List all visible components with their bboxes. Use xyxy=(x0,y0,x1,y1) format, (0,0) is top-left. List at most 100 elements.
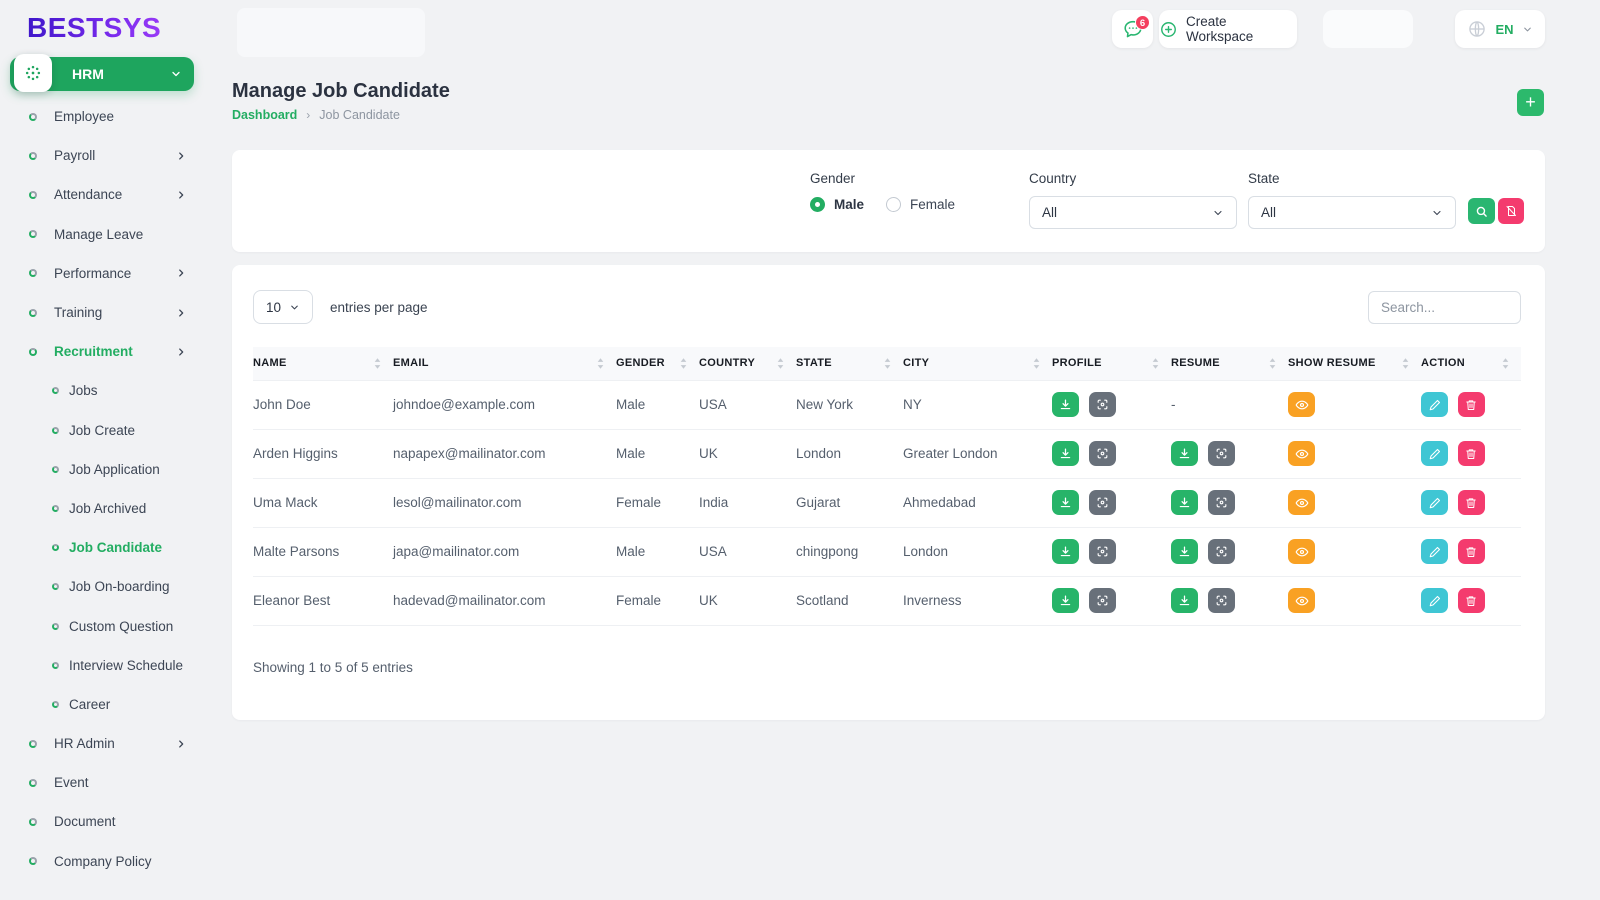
sidebar-item[interactable]: Job Archived xyxy=(0,489,212,528)
profile-view-button[interactable] xyxy=(1088,588,1116,613)
edit-button[interactable] xyxy=(1421,392,1448,417)
gender-male-radio[interactable]: Male xyxy=(810,197,864,212)
eye-icon xyxy=(1295,496,1309,510)
sidebar-item[interactable]: Career xyxy=(0,685,212,724)
resume-download-button[interactable] xyxy=(1171,539,1198,564)
profile-view-button[interactable] xyxy=(1088,490,1116,515)
sidebar-item[interactable]: Event xyxy=(0,763,212,802)
profile-view-button[interactable] xyxy=(1088,539,1116,564)
resume-download-button[interactable] xyxy=(1171,490,1198,515)
resume-download-button[interactable] xyxy=(1171,588,1198,613)
sidebar-item[interactable]: Job On-boarding xyxy=(0,567,212,606)
table-search-input[interactable] xyxy=(1368,290,1521,324)
column-header[interactable]: SHOW RESUME xyxy=(1288,347,1421,381)
sidebar-item[interactable]: Attendance xyxy=(0,175,212,214)
focus-frame-icon xyxy=(1215,447,1228,460)
delete-button[interactable] xyxy=(1457,441,1485,466)
edit-button[interactable] xyxy=(1421,441,1448,466)
sidebar-bullet-icon xyxy=(52,661,59,669)
cell-name: Uma Mack xyxy=(253,478,393,528)
sidebar-item[interactable]: Manage Leave xyxy=(0,215,212,254)
page-size-select[interactable]: 10 xyxy=(253,290,313,324)
language-code: EN xyxy=(1495,21,1514,37)
profile-download-button[interactable] xyxy=(1052,392,1079,417)
sidebar-item[interactable]: HR Admin xyxy=(0,724,212,763)
language-selector[interactable]: EN xyxy=(1455,10,1545,48)
show-resume-button[interactable] xyxy=(1288,441,1315,466)
resume-view-button[interactable] xyxy=(1207,490,1235,515)
breadcrumb-dashboard-link[interactable]: Dashboard xyxy=(232,108,297,122)
profile-download-button[interactable] xyxy=(1052,539,1079,564)
header-placeholder xyxy=(237,8,425,57)
edit-button[interactable] xyxy=(1421,539,1448,564)
delete-button[interactable] xyxy=(1457,490,1485,515)
cell-country: USA xyxy=(699,527,796,577)
sidebar-item[interactable]: Job Candidate xyxy=(0,528,212,567)
resume-view-button[interactable] xyxy=(1207,539,1235,564)
profile-download-button[interactable] xyxy=(1052,441,1079,466)
eye-icon xyxy=(1295,447,1309,461)
sidebar-item[interactable]: Jobs xyxy=(0,371,212,410)
cell-show-resume xyxy=(1288,380,1421,430)
sidebar-item[interactable]: Training xyxy=(0,293,212,332)
sidebar-item[interactable]: Employee xyxy=(0,97,212,136)
edit-button[interactable] xyxy=(1421,490,1448,515)
column-header[interactable]: EMAIL xyxy=(393,347,616,381)
column-header[interactable]: GENDER xyxy=(616,347,699,381)
create-workspace-button[interactable]: Create Workspace xyxy=(1159,10,1297,48)
show-resume-button[interactable] xyxy=(1288,490,1315,515)
country-select-value: All xyxy=(1042,205,1058,220)
sort-icon xyxy=(1402,358,1409,369)
resume-download-button[interactable] xyxy=(1171,441,1198,466)
state-select[interactable]: All xyxy=(1248,196,1456,229)
sidebar-item[interactable]: Custom Question xyxy=(0,606,212,645)
sidebar-item[interactable]: Interview Schedule xyxy=(0,646,212,685)
show-resume-button[interactable] xyxy=(1288,539,1315,564)
filter-search-button[interactable] xyxy=(1468,198,1495,224)
column-header[interactable]: CITY xyxy=(903,347,1052,381)
show-resume-button[interactable] xyxy=(1288,392,1315,417)
column-header[interactable]: COUNTRY xyxy=(699,347,796,381)
add-candidate-button[interactable]: + xyxy=(1517,89,1544,116)
column-header[interactable]: STATE xyxy=(796,347,903,381)
module-selector[interactable]: HRM xyxy=(10,54,194,92)
sidebar-item[interactable]: Job Create xyxy=(0,411,212,450)
sidebar-item[interactable]: Document xyxy=(0,802,212,841)
cell-profile xyxy=(1052,576,1171,626)
profile-download-button[interactable] xyxy=(1052,588,1079,613)
delete-button[interactable] xyxy=(1457,539,1485,564)
sidebar-item[interactable]: Recruitment xyxy=(0,332,212,371)
column-header[interactable]: NAME xyxy=(253,347,393,381)
edit-button[interactable] xyxy=(1421,588,1448,613)
column-header[interactable]: ACTION xyxy=(1421,347,1521,381)
resume-view-button[interactable] xyxy=(1207,588,1235,613)
profile-download-button[interactable] xyxy=(1052,490,1079,515)
gender-female-label: Female xyxy=(910,197,956,212)
delete-button[interactable] xyxy=(1457,392,1485,417)
column-header[interactable]: RESUME xyxy=(1171,347,1288,381)
sidebar-item[interactable]: Company Policy xyxy=(0,842,212,881)
entries-per-page-label: entries per page xyxy=(330,299,428,315)
profile-view-button[interactable] xyxy=(1088,441,1116,466)
country-select[interactable]: All xyxy=(1029,196,1237,229)
delete-button[interactable] xyxy=(1457,588,1485,613)
sidebar-item[interactable]: Performance xyxy=(0,254,212,293)
column-header-label: STATE xyxy=(796,357,832,370)
column-header-label: COUNTRY xyxy=(699,357,756,370)
gender-female-radio[interactable]: Female xyxy=(886,197,955,212)
cell-profile xyxy=(1052,478,1171,528)
chevron-down-icon xyxy=(1212,207,1224,219)
chat-button[interactable]: 6 xyxy=(1112,10,1153,48)
sidebar-item[interactable]: Payroll xyxy=(0,136,212,175)
chevron-down-icon xyxy=(289,302,300,313)
sidebar-item[interactable]: Job Application xyxy=(0,450,212,489)
focus-frame-icon xyxy=(1215,594,1228,607)
filter-clear-button[interactable] xyxy=(1498,198,1524,224)
chevron-right-icon xyxy=(176,268,186,278)
column-header[interactable]: PROFILE xyxy=(1052,347,1171,381)
profile-view-button[interactable] xyxy=(1088,392,1116,417)
eye-icon xyxy=(1295,545,1309,559)
resume-view-button[interactable] xyxy=(1207,441,1235,466)
download-icon xyxy=(1059,447,1072,460)
show-resume-button[interactable] xyxy=(1288,588,1315,613)
